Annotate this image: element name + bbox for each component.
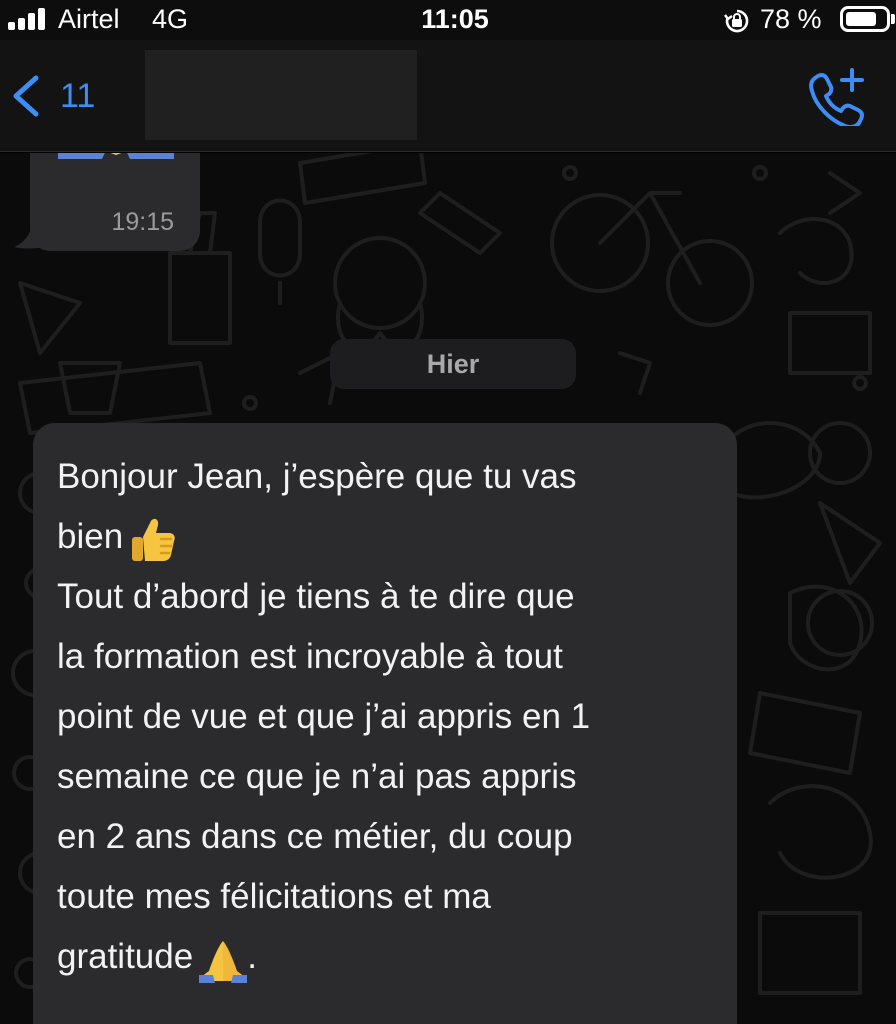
message-line: bien: [57, 517, 124, 556]
status-bar: Airtel 4G 11:05 78 %: [0, 0, 896, 40]
unread-count: 11: [60, 76, 96, 115]
signal-strength-icon: [8, 8, 50, 30]
battery-level-fill: [846, 12, 876, 26]
folded-hands-icon: [199, 940, 248, 983]
message-line: .: [247, 937, 257, 976]
battery-icon: [840, 6, 890, 32]
message-line: Tout d’abord je tiens à te dire que: [57, 577, 575, 616]
message-line: semaine ce que je n’ai pas appris: [57, 757, 577, 796]
message-text: Bonjour Jean, j’espère que tu vas bien T…: [57, 447, 717, 987]
date-separator: Hier: [330, 339, 576, 389]
message-bubble[interactable]: Bonjour Jean, j’espère que tu vas bien T…: [33, 423, 737, 1024]
previous-message-bubble[interactable]: 19:15: [30, 153, 200, 251]
bubble-tail: [14, 225, 44, 249]
battery-percentage: 78 %: [760, 4, 822, 34]
battery-tip: [891, 14, 895, 24]
thumbs-up-icon: [132, 518, 175, 561]
add-call-icon[interactable]: [804, 66, 868, 126]
message-line: la formation est incroyable à tout: [57, 637, 563, 676]
message-line: Bonjour Jean, j’espère que tu vas: [57, 457, 577, 496]
contact-name-redacted[interactable]: [145, 50, 417, 140]
chat-area[interactable]: 19:15 Hier Bonjour Jean, j’espère que tu…: [0, 153, 896, 1024]
message-line: en 2 ans dans ce métier, du coup: [57, 817, 573, 856]
orientation-lock-icon: [724, 9, 749, 33]
back-button[interactable]: 11: [8, 70, 118, 122]
message-line: point de vue et que j’ai appris en 1: [57, 697, 591, 736]
message-line: toute mes félicitations et ma: [57, 877, 491, 916]
message-line: gratitude: [57, 937, 194, 976]
message-time: 19:15: [111, 208, 174, 236]
chevron-left-icon: [13, 75, 39, 117]
chat-header: 11: [0, 40, 896, 152]
status-time: 11:05: [421, 4, 489, 34]
network-type: 4G: [152, 4, 189, 34]
carrier-name: Airtel: [58, 4, 120, 34]
folded-hands-icon: [58, 153, 174, 159]
